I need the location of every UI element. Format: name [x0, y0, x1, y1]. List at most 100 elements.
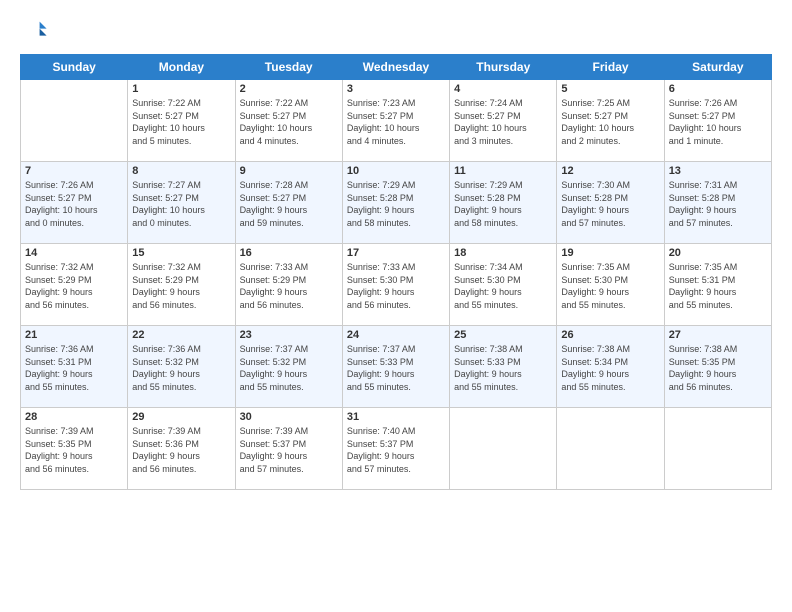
calendar-cell: 9 Sunrise: 7:28 AM Sunset: 5:27 PM Daylig… [235, 162, 342, 244]
day-number: 5 [561, 83, 659, 95]
day-number: 9 [240, 165, 338, 177]
calendar-cell: 28 Sunrise: 7:39 AM Sunset: 5:35 PM Dayli… [21, 408, 128, 490]
day-info: Sunrise: 7:34 AM Sunset: 5:30 PM Dayligh… [454, 261, 552, 311]
day-number: 25 [454, 329, 552, 341]
day-number: 15 [132, 247, 230, 259]
day-info: Sunrise: 7:35 AM Sunset: 5:30 PM Dayligh… [561, 261, 659, 311]
calendar-cell: 26 Sunrise: 7:38 AM Sunset: 5:34 PM Dayli… [557, 326, 664, 408]
day-number: 1 [132, 83, 230, 95]
calendar-week-row: 21 Sunrise: 7:36 AM Sunset: 5:31 PM Dayli… [21, 326, 772, 408]
day-info: Sunrise: 7:37 AM Sunset: 5:33 PM Dayligh… [347, 343, 445, 393]
calendar-cell: 2 Sunrise: 7:22 AM Sunset: 5:27 PM Daylig… [235, 80, 342, 162]
calendar-cell: 7 Sunrise: 7:26 AM Sunset: 5:27 PM Daylig… [21, 162, 128, 244]
day-of-week-header: Saturday [664, 55, 771, 80]
day-number: 29 [132, 411, 230, 423]
day-info: Sunrise: 7:24 AM Sunset: 5:27 PM Dayligh… [454, 97, 552, 147]
day-of-week-header: Friday [557, 55, 664, 80]
calendar-cell: 19 Sunrise: 7:35 AM Sunset: 5:30 PM Dayli… [557, 244, 664, 326]
day-number: 20 [669, 247, 767, 259]
calendar-cell: 12Sunrise: 7:30 AM Sunset: 5:28 PM Dayli… [557, 162, 664, 244]
calendar-cell: 14Sunrise: 7:32 AM Sunset: 5:29 PM Dayli… [21, 244, 128, 326]
calendar-header-row: SundayMondayTuesdayWednesdayThursdayFrid… [21, 55, 772, 80]
calendar-cell [557, 408, 664, 490]
day-info: Sunrise: 7:29 AM Sunset: 5:28 PM Dayligh… [347, 179, 445, 229]
day-info: Sunrise: 7:29 AM Sunset: 5:28 PM Dayligh… [454, 179, 552, 229]
day-number: 7 [25, 165, 123, 177]
day-info: Sunrise: 7:38 AM Sunset: 5:35 PM Dayligh… [669, 343, 767, 393]
day-info: Sunrise: 7:39 AM Sunset: 5:37 PM Dayligh… [240, 425, 338, 475]
day-number: 17 [347, 247, 445, 259]
calendar-cell: 5 Sunrise: 7:25 AM Sunset: 5:27 PM Daylig… [557, 80, 664, 162]
day-info: Sunrise: 7:31 AM Sunset: 5:28 PM Dayligh… [669, 179, 767, 229]
day-info: Sunrise: 7:26 AM Sunset: 5:27 PM Dayligh… [669, 97, 767, 147]
day-number: 2 [240, 83, 338, 95]
day-info: Sunrise: 7:32 AM Sunset: 5:29 PM Dayligh… [25, 261, 123, 311]
day-info: Sunrise: 7:39 AM Sunset: 5:35 PM Dayligh… [25, 425, 123, 475]
calendar-cell: 21 Sunrise: 7:36 AM Sunset: 5:31 PM Dayli… [21, 326, 128, 408]
day-number: 10 [347, 165, 445, 177]
day-info: Sunrise: 7:35 AM Sunset: 5:31 PM Dayligh… [669, 261, 767, 311]
calendar-cell [21, 80, 128, 162]
logo-icon [20, 16, 48, 44]
day-info: Sunrise: 7:23 AM Sunset: 5:27 PM Dayligh… [347, 97, 445, 147]
day-number: 24 [347, 329, 445, 341]
day-info: Sunrise: 7:32 AM Sunset: 5:29 PM Dayligh… [132, 261, 230, 311]
day-info: Sunrise: 7:28 AM Sunset: 5:27 PM Dayligh… [240, 179, 338, 229]
day-number: 28 [25, 411, 123, 423]
calendar-cell: 10 Sunrise: 7:29 AM Sunset: 5:28 PM Dayli… [342, 162, 449, 244]
calendar-week-row: 7 Sunrise: 7:26 AM Sunset: 5:27 PM Daylig… [21, 162, 772, 244]
calendar-cell: 23 Sunrise: 7:37 AM Sunset: 5:32 PM Dayli… [235, 326, 342, 408]
calendar-cell: 24 Sunrise: 7:37 AM Sunset: 5:33 PM Dayli… [342, 326, 449, 408]
day-number: 8 [132, 165, 230, 177]
calendar-cell: 16 Sunrise: 7:33 AM Sunset: 5:29 PM Dayli… [235, 244, 342, 326]
calendar-cell [450, 408, 557, 490]
calendar-cell: 11Sunrise: 7:29 AM Sunset: 5:28 PM Dayli… [450, 162, 557, 244]
day-number: 22 [132, 329, 230, 341]
day-number: 23 [240, 329, 338, 341]
day-number: 19 [561, 247, 659, 259]
calendar-cell: 20 Sunrise: 7:35 AM Sunset: 5:31 PM Dayli… [664, 244, 771, 326]
day-info: Sunrise: 7:36 AM Sunset: 5:31 PM Dayligh… [25, 343, 123, 393]
calendar-cell: 3 Sunrise: 7:23 AM Sunset: 5:27 PM Daylig… [342, 80, 449, 162]
calendar-cell: 18 Sunrise: 7:34 AM Sunset: 5:30 PM Dayli… [450, 244, 557, 326]
day-number: 26 [561, 329, 659, 341]
day-of-week-header: Wednesday [342, 55, 449, 80]
day-info: Sunrise: 7:36 AM Sunset: 5:32 PM Dayligh… [132, 343, 230, 393]
calendar: SundayMondayTuesdayWednesdayThursdayFrid… [20, 54, 772, 490]
day-info: Sunrise: 7:33 AM Sunset: 5:29 PM Dayligh… [240, 261, 338, 311]
day-info: Sunrise: 7:37 AM Sunset: 5:32 PM Dayligh… [240, 343, 338, 393]
page: SundayMondayTuesdayWednesdayThursdayFrid… [0, 0, 792, 612]
day-number: 21 [25, 329, 123, 341]
day-number: 13 [669, 165, 767, 177]
day-info: Sunrise: 7:39 AM Sunset: 5:36 PM Dayligh… [132, 425, 230, 475]
calendar-week-row: 28 Sunrise: 7:39 AM Sunset: 5:35 PM Dayli… [21, 408, 772, 490]
day-info: Sunrise: 7:38 AM Sunset: 5:33 PM Dayligh… [454, 343, 552, 393]
header [20, 16, 772, 44]
day-number: 30 [240, 411, 338, 423]
day-info: Sunrise: 7:33 AM Sunset: 5:30 PM Dayligh… [347, 261, 445, 311]
day-number: 18 [454, 247, 552, 259]
day-info: Sunrise: 7:27 AM Sunset: 5:27 PM Dayligh… [132, 179, 230, 229]
day-info: Sunrise: 7:38 AM Sunset: 5:34 PM Dayligh… [561, 343, 659, 393]
calendar-cell: 4Sunrise: 7:24 AM Sunset: 5:27 PM Daylig… [450, 80, 557, 162]
calendar-cell: 22 Sunrise: 7:36 AM Sunset: 5:32 PM Dayli… [128, 326, 235, 408]
day-info: Sunrise: 7:22 AM Sunset: 5:27 PM Dayligh… [240, 97, 338, 147]
day-of-week-header: Monday [128, 55, 235, 80]
calendar-cell: 17 Sunrise: 7:33 AM Sunset: 5:30 PM Dayli… [342, 244, 449, 326]
calendar-cell: 25 Sunrise: 7:38 AM Sunset: 5:33 PM Dayli… [450, 326, 557, 408]
calendar-cell: 29 Sunrise: 7:39 AM Sunset: 5:36 PM Dayli… [128, 408, 235, 490]
day-info: Sunrise: 7:40 AM Sunset: 5:37 PM Dayligh… [347, 425, 445, 475]
day-info: Sunrise: 7:25 AM Sunset: 5:27 PM Dayligh… [561, 97, 659, 147]
day-of-week-header: Sunday [21, 55, 128, 80]
calendar-cell: 8 Sunrise: 7:27 AM Sunset: 5:27 PM Daylig… [128, 162, 235, 244]
day-of-week-header: Thursday [450, 55, 557, 80]
day-number: 27 [669, 329, 767, 341]
calendar-week-row: 1 Sunrise: 7:22 AM Sunset: 5:27 PM Daylig… [21, 80, 772, 162]
calendar-cell [664, 408, 771, 490]
day-number: 16 [240, 247, 338, 259]
calendar-cell: 31Sunrise: 7:40 AM Sunset: 5:37 PM Dayli… [342, 408, 449, 490]
calendar-cell: 27 Sunrise: 7:38 AM Sunset: 5:35 PM Dayli… [664, 326, 771, 408]
day-number: 12 [561, 165, 659, 177]
day-number: 3 [347, 83, 445, 95]
day-info: Sunrise: 7:26 AM Sunset: 5:27 PM Dayligh… [25, 179, 123, 229]
